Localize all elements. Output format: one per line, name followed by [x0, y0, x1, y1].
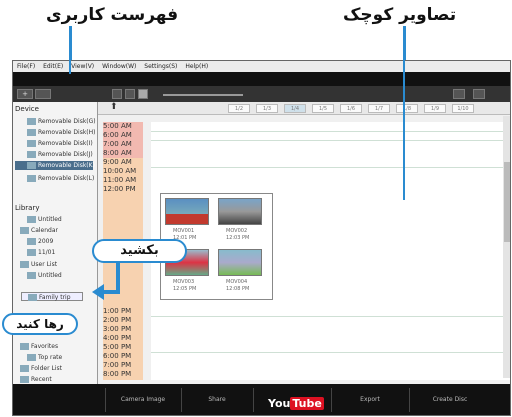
drag-label: بکشید [92, 239, 187, 263]
drop-label: رها کنید [2, 313, 78, 335]
drag-arrow [69, 26, 405, 300]
